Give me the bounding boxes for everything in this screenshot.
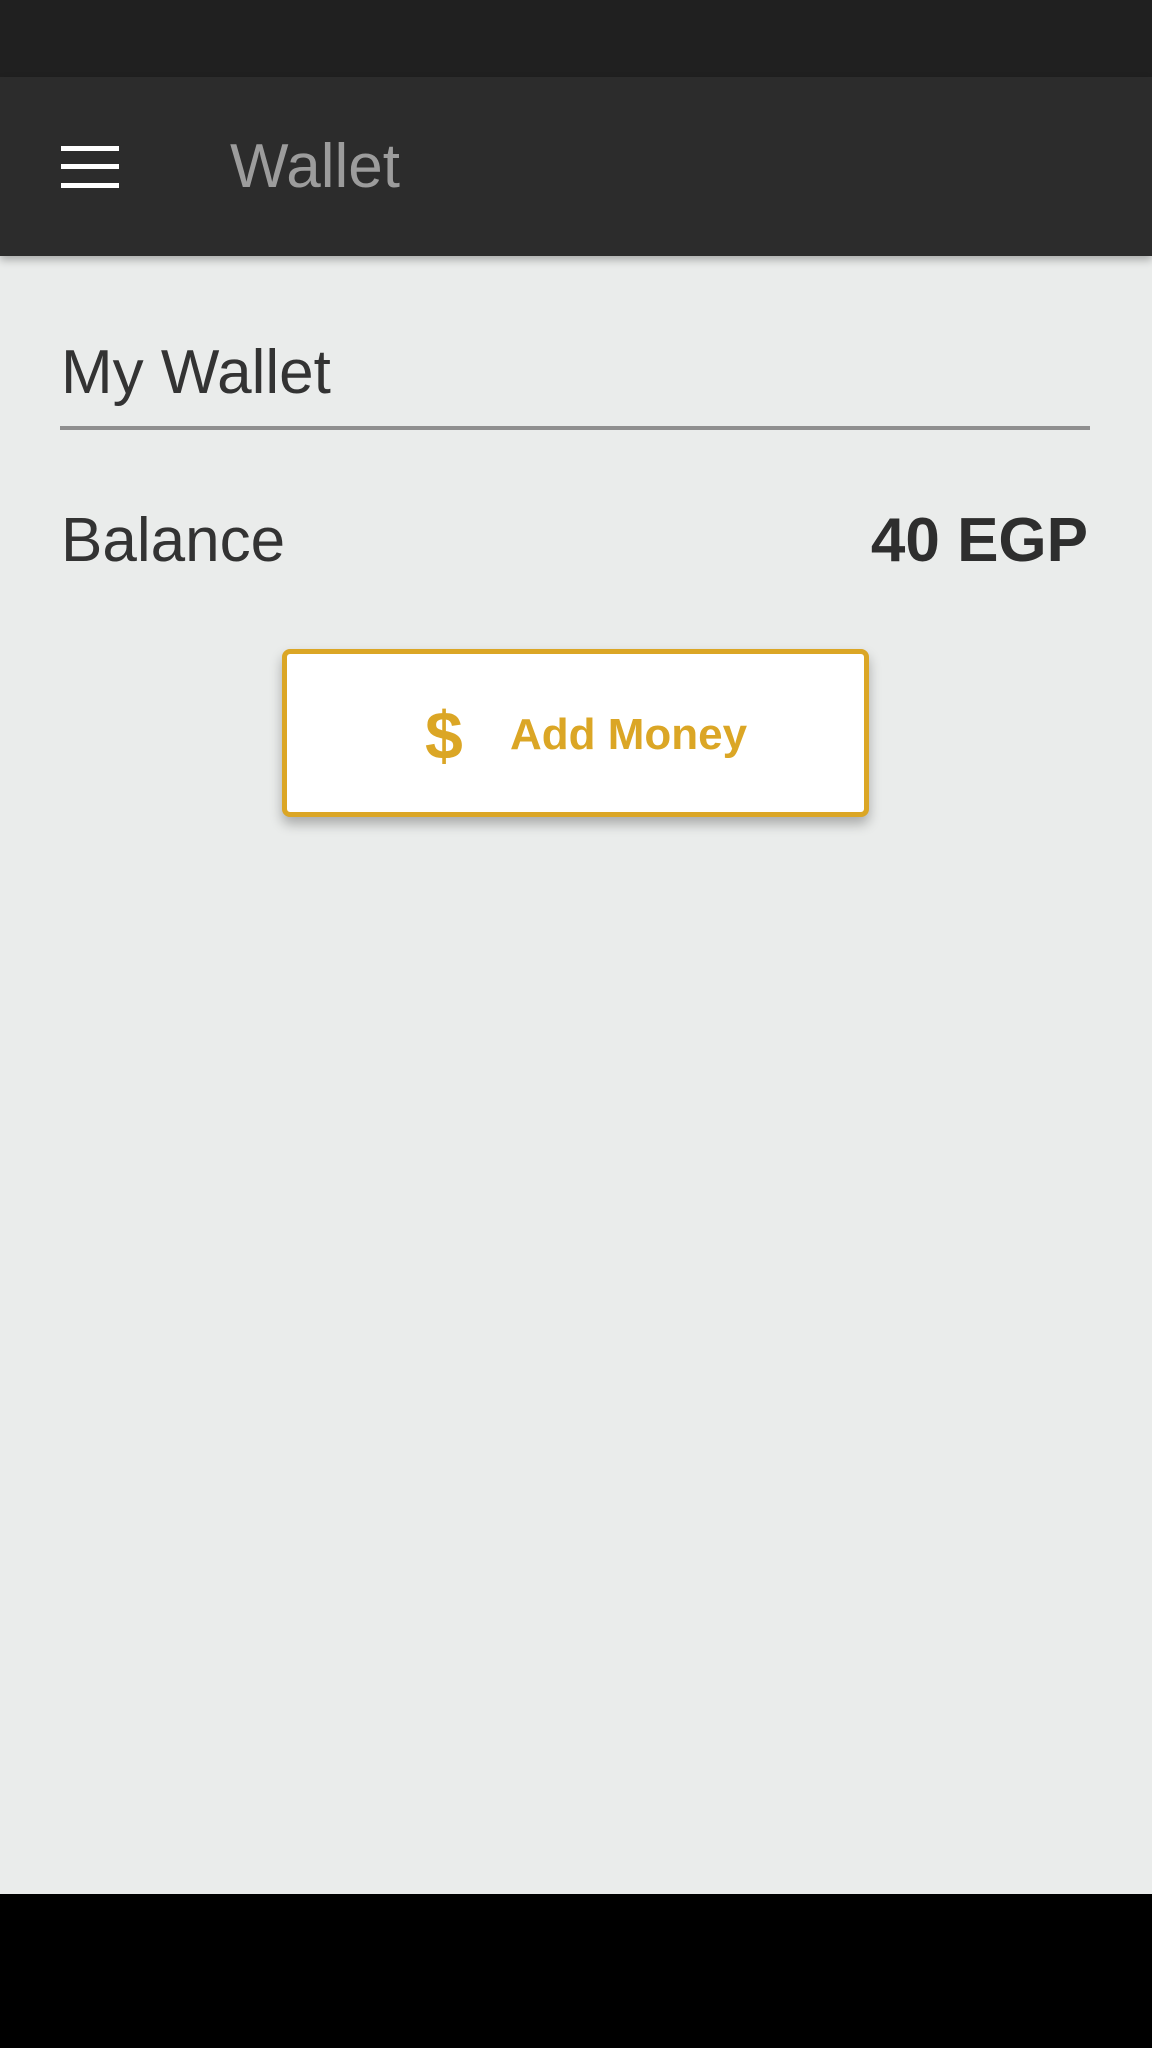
- add-money-button[interactable]: $ Add Money: [282, 649, 869, 817]
- status-bar: [0, 0, 1152, 77]
- dollar-icon: $: [425, 698, 463, 774]
- navigation-bar: [0, 1894, 1152, 2048]
- balance-value: 40 EGP: [870, 506, 1088, 575]
- wallet-name-value: My Wallet: [61, 338, 331, 407]
- menu-icon: [61, 146, 119, 188]
- add-money-label: Add Money: [510, 710, 748, 759]
- wallet-name-field[interactable]: My Wallet: [60, 324, 1090, 430]
- app-title: Wallet: [230, 132, 400, 201]
- menu-button[interactable]: [40, 120, 140, 214]
- balance-label: Balance: [61, 506, 286, 575]
- app-bar: [0, 77, 1152, 256]
